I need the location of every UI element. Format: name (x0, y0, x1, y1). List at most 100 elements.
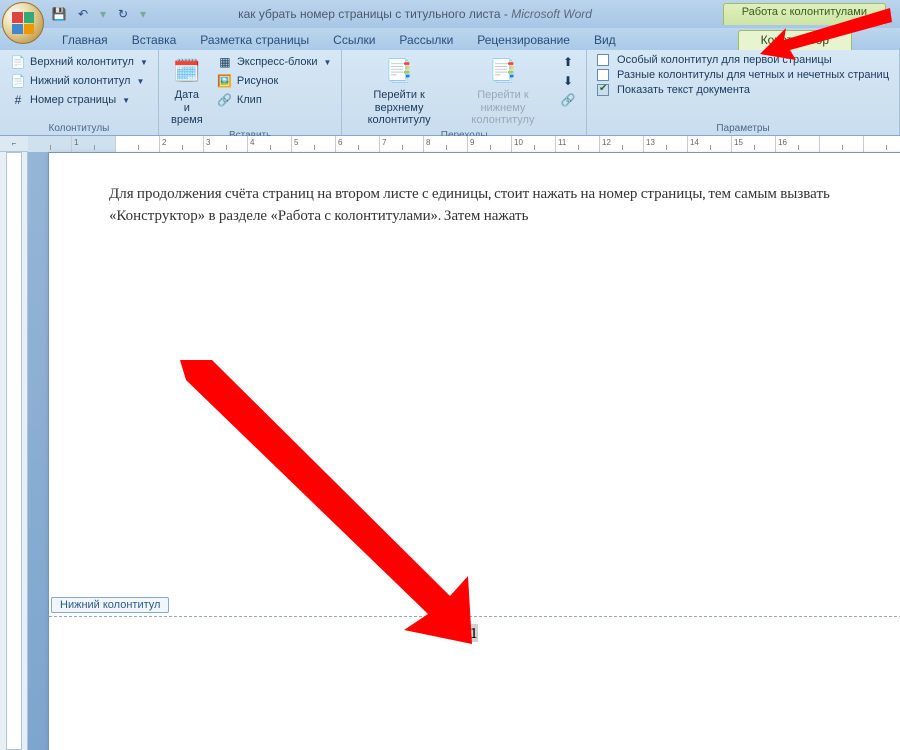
goto-footer-label2: колонтитулу (471, 114, 534, 127)
checkbox-icon: ✔ (597, 84, 609, 96)
show-doc-text-checkbox[interactable]: ✔ Показать текст документа (593, 83, 893, 97)
ruler-cm (732, 136, 776, 152)
chevron-down-icon: ▼ (122, 96, 130, 105)
nav-aux-3[interactable]: 🔗 (556, 91, 580, 109)
date-time-label1: Дата и (171, 89, 203, 114)
checkbox-icon (597, 69, 609, 81)
tab-view[interactable]: Вид (582, 31, 628, 50)
footer-icon: 📄 (10, 73, 26, 89)
ribbon-tabstrip: Главная Вставка Разметка страницы Ссылки… (0, 28, 900, 50)
tab-design[interactable]: Конструктор (738, 30, 852, 50)
link-icon: 🔗 (560, 92, 576, 108)
different-first-page-checkbox[interactable]: Особый колонтитул для первой страницы (593, 53, 893, 67)
quick-parts-label: Экспресс-блоки (237, 56, 318, 68)
picture-label: Рисунок (237, 75, 279, 87)
ruler-cm (380, 136, 424, 152)
document-body-text[interactable]: Для продолжения счёта страниц на втором … (109, 183, 897, 227)
show-doc-text-label: Показать текст документа (617, 84, 750, 96)
page-number-button[interactable]: # Номер страницы ▼ (6, 91, 152, 109)
ruler-cm (776, 136, 820, 152)
contextual-tab-holder: Работа с колонтитулами (723, 3, 900, 25)
goto-footer-icon: 📑 (487, 55, 519, 87)
header-button[interactable]: 📄 Верхний колонтитул ▼ (6, 53, 152, 71)
vertical-ruler[interactable] (6, 152, 22, 750)
group-label: Колонтитулы (6, 122, 152, 134)
picture-icon: 🖼️ (217, 73, 233, 89)
page[interactable]: Для продолжения счёта страниц на втором … (48, 152, 900, 750)
footer-label: Нижний колонтитул (30, 75, 130, 87)
redo-icon[interactable]: ↻ (114, 5, 132, 23)
footer-separator: Нижний колонтитул (49, 616, 900, 617)
group-navigation: 📑 Перейти к верхнему колонтитулу 📑 Перей… (342, 50, 587, 135)
page-number-field[interactable]: 1 (469, 624, 478, 642)
goto-footer-label1: Перейти к нижнему (460, 89, 546, 114)
nav-aux-1[interactable]: ⬆ (556, 53, 580, 71)
date-time-label2: время (171, 114, 203, 127)
clip-label: Клип (237, 94, 262, 106)
next-icon: ⬇ (560, 73, 576, 89)
goto-footer-button: 📑 Перейти к нижнему колонтитулу (454, 53, 552, 129)
window-title: как убрать номер страницы с титульного л… (238, 7, 592, 21)
document-title: как убрать номер страницы с титульного л… (238, 7, 501, 21)
app-name: Microsoft Word (511, 7, 592, 21)
goto-header-icon: 📑 (383, 55, 415, 87)
vertical-ruler-column: ⌐ (0, 136, 28, 750)
office-logo-icon (12, 12, 34, 34)
office-button[interactable] (2, 2, 44, 44)
contextual-tab-group: Работа с колонтитулами (723, 3, 886, 25)
nav-aux-2[interactable]: ⬇ (556, 72, 580, 90)
ruler-cm (204, 136, 248, 152)
quick-access-toolbar: 💾 ↶ ▾ ↻ ▾ (50, 5, 148, 23)
ruler-margin-left (28, 136, 72, 152)
ruler-cm (600, 136, 644, 152)
goto-header-label2: колонтитулу (368, 114, 431, 127)
ribbon: 📄 Верхний колонтитул ▼ 📄 Нижний колонтит… (0, 50, 900, 136)
title-bar: 💾 ↶ ▾ ↻ ▾ как убрать номер страницы с ти… (0, 0, 900, 28)
ruler-cm (72, 136, 116, 152)
qat-separator: ▾ (100, 7, 106, 21)
tab-references[interactable]: Ссылки (321, 31, 387, 50)
ruler-corner[interactable]: ⌐ (0, 136, 28, 152)
checkbox-icon (597, 54, 609, 66)
horizontal-ruler[interactable] (28, 136, 900, 152)
app-window: 💾 ↶ ▾ ↻ ▾ как убрать номер страницы с ти… (0, 0, 900, 750)
footer-region[interactable]: Нижний колонтитул 1 (49, 616, 900, 617)
different-odd-even-checkbox[interactable]: Разные колонтитулы для четных и нечетных… (593, 68, 893, 82)
clip-button[interactable]: 🔗 Клип (213, 91, 336, 109)
group-headers-footers: 📄 Верхний колонтитул ▼ 📄 Нижний колонтит… (0, 50, 159, 135)
goto-header-button[interactable]: 📑 Перейти к верхнему колонтитулу (348, 53, 449, 129)
tab-page-layout[interactable]: Разметка страницы (188, 31, 321, 50)
ruler-cm (820, 136, 864, 152)
save-icon[interactable]: 💾 (50, 5, 68, 23)
tab-review[interactable]: Рецензирование (465, 31, 582, 50)
clip-icon: 🔗 (217, 92, 233, 108)
header-icon: 📄 (10, 54, 26, 70)
ruler-cm (424, 136, 468, 152)
chevron-down-icon: ▼ (323, 58, 331, 67)
document-area: Для продолжения счёта страниц на втором … (28, 136, 900, 750)
ruler-cm (556, 136, 600, 152)
undo-icon[interactable]: ↶ (74, 5, 92, 23)
ruler-cm (248, 136, 292, 152)
qat-customize-icon[interactable]: ▾ (140, 7, 146, 21)
tab-mailings[interactable]: Рассылки (387, 31, 465, 50)
picture-button[interactable]: 🖼️ Рисунок (213, 72, 336, 90)
date-time-button[interactable]: 🗓️ Дата и время (165, 53, 209, 129)
ruler-cm (292, 136, 336, 152)
different-odd-even-label: Разные колонтитулы для четных и нечетных… (617, 69, 889, 81)
group-insert: 🗓️ Дата и время ▦ Экспресс-блоки ▼ 🖼️ Ри… (159, 50, 343, 135)
ruler-cm (468, 136, 512, 152)
tab-home[interactable]: Главная (50, 31, 120, 50)
header-label: Верхний колонтитул (30, 56, 134, 68)
calendar-icon: 🗓️ (171, 55, 203, 87)
ruler-cm (160, 136, 204, 152)
tab-insert[interactable]: Вставка (120, 31, 189, 50)
page-number-icon: # (10, 92, 26, 108)
ruler-cm (864, 136, 900, 152)
page-number-label: Номер страницы (30, 94, 116, 106)
ruler-cm (512, 136, 556, 152)
quick-parts-button[interactable]: ▦ Экспресс-блоки ▼ (213, 53, 336, 71)
footer-button[interactable]: 📄 Нижний колонтитул ▼ (6, 72, 152, 90)
goto-header-label1: Перейти к верхнему (354, 89, 443, 114)
group-options: Особый колонтитул для первой страницы Ра… (587, 50, 900, 135)
